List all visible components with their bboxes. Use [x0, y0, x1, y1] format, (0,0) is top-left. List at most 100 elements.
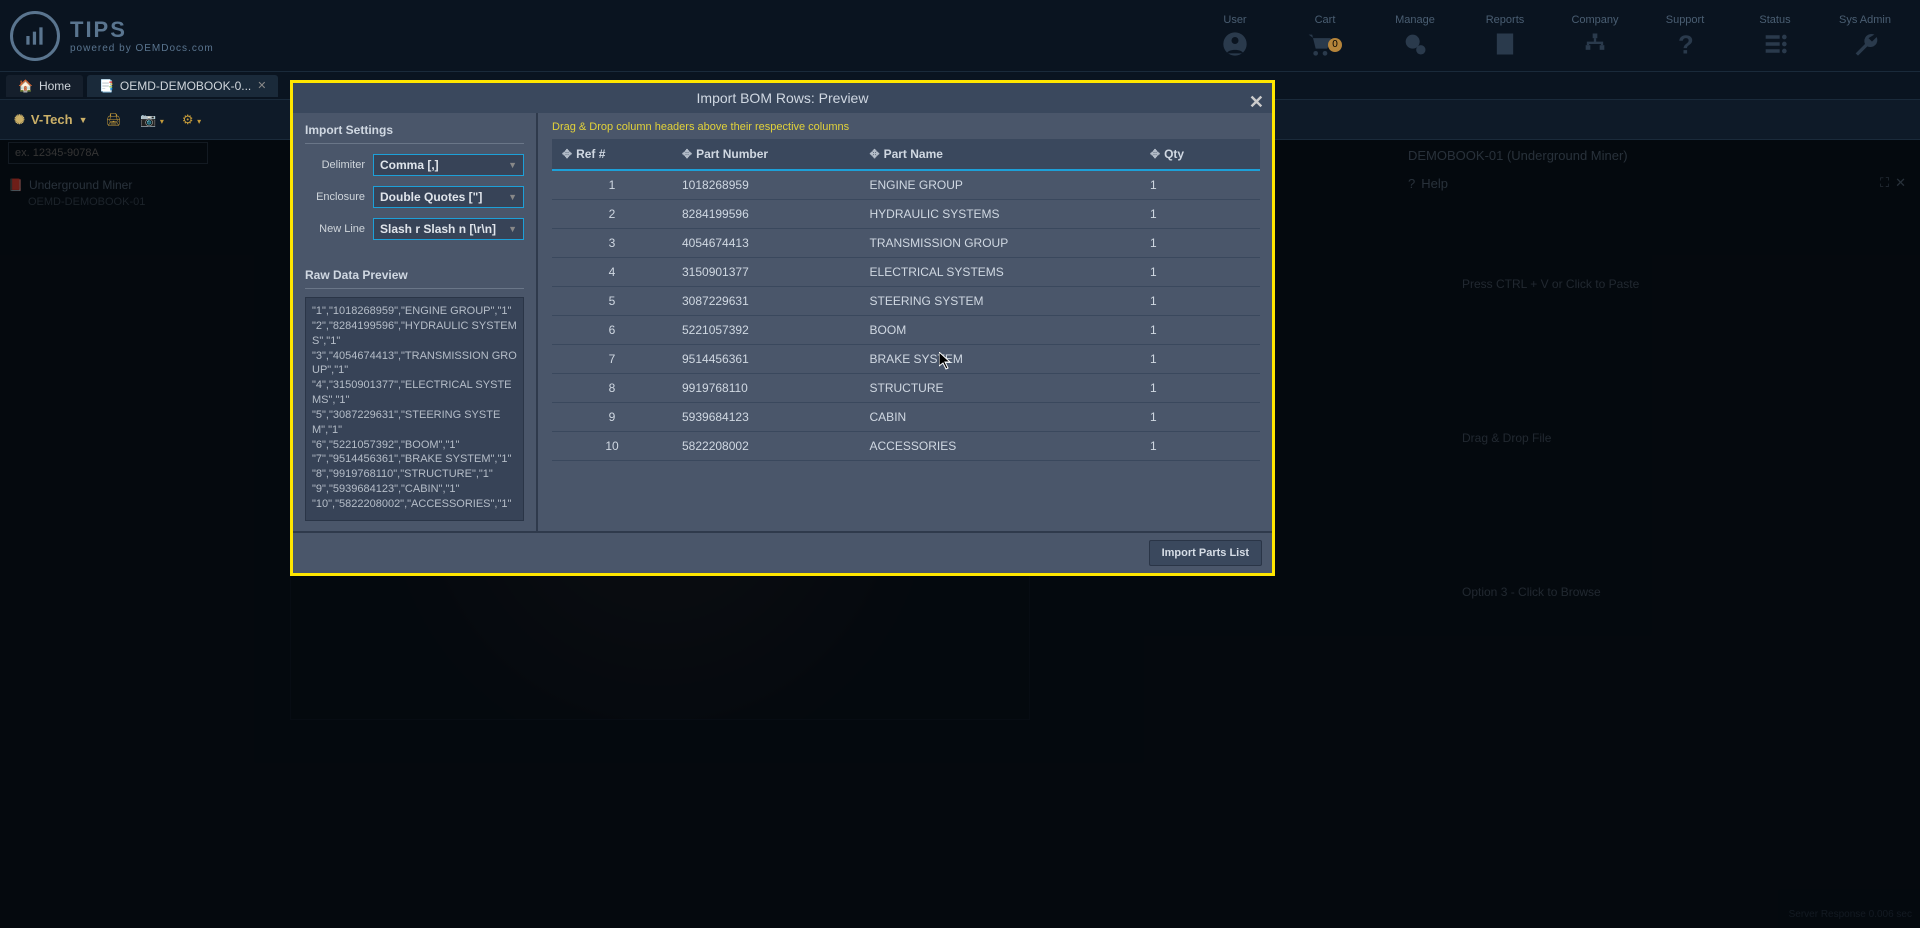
- camera-icon[interactable]: 📷 ▾: [140, 112, 164, 128]
- table-row[interactable]: 28284199596HYDRAULIC SYSTEMS1: [552, 200, 1260, 229]
- modal-title: Import BOM Rows: Preview: [697, 90, 869, 106]
- cell-ref: 10: [552, 432, 672, 461]
- modal-close-button[interactable]: ✕: [1249, 87, 1264, 117]
- company-selector[interactable]: ✺ V-Tech ▼: [14, 112, 88, 128]
- settings-heading: Import Settings: [305, 123, 524, 144]
- table-row[interactable]: 105822208002ACCESSORIES1: [552, 432, 1260, 461]
- cell-part: 9919768110: [672, 374, 860, 403]
- preview-pane: Drag & Drop column headers above their r…: [538, 113, 1272, 531]
- cell-name: CABIN: [860, 403, 1140, 432]
- status-icon: [1761, 30, 1789, 58]
- cell-qty: 1: [1140, 170, 1260, 200]
- import-settings-pane: Import Settings Delimiter Comma [,] ▼ En…: [293, 113, 538, 531]
- settings-icon[interactable]: ⚙ ▾: [182, 112, 201, 128]
- preview-table: ✥Ref # ✥Part Number ✥Part Name ✥Qty 1101…: [552, 139, 1260, 461]
- cell-name: BRAKE SYSTEM: [860, 345, 1140, 374]
- cell-name: ACCESSORIES: [860, 432, 1140, 461]
- table-row[interactable]: 53087229631STEERING SYSTEM1: [552, 287, 1260, 316]
- chevron-down-icon: ▼: [508, 192, 517, 202]
- delimiter-label: Delimiter: [305, 159, 365, 171]
- table-row[interactable]: 34054674413TRANSMISSION GROUP1: [552, 229, 1260, 258]
- table-row[interactable]: 95939684123CABIN1: [552, 403, 1260, 432]
- top-header: TIPS powered by OEMDocs.com User Cart 0 …: [0, 0, 1920, 72]
- cart-badge: 0: [1328, 38, 1342, 52]
- enclosure-select[interactable]: Double Quotes ["] ▼: [373, 186, 524, 208]
- col-name[interactable]: ✥Part Name: [860, 139, 1140, 170]
- gear-icon: [1401, 30, 1429, 58]
- chevron-down-icon: ▼: [508, 224, 517, 234]
- move-icon: ✥: [562, 147, 572, 161]
- nav-user[interactable]: User: [1190, 14, 1280, 58]
- cell-qty: 1: [1140, 316, 1260, 345]
- nav-status[interactable]: Status: [1730, 14, 1820, 58]
- cell-qty: 1: [1140, 287, 1260, 316]
- cell-name: ENGINE GROUP: [860, 170, 1140, 200]
- tab-demobook[interactable]: 📑 OEMD-DEMOBOOK-0... ✕: [87, 75, 279, 97]
- cell-ref: 1: [552, 170, 672, 200]
- user-icon: [1221, 30, 1249, 58]
- cell-name: STEERING SYSTEM: [860, 287, 1140, 316]
- cell-qty: 1: [1140, 258, 1260, 287]
- cell-ref: 6: [552, 316, 672, 345]
- preview-hint: Drag & Drop column headers above their r…: [552, 121, 1260, 133]
- logo: TIPS powered by OEMDocs.com: [10, 11, 214, 61]
- enclosure-label: Enclosure: [305, 191, 365, 203]
- cell-name: HYDRAULIC SYSTEMS: [860, 200, 1140, 229]
- cell-qty: 1: [1140, 200, 1260, 229]
- raw-preview-box[interactable]: "1","1018268959","ENGINE GROUP","1" "2",…: [305, 297, 524, 521]
- move-icon: ✥: [682, 147, 692, 161]
- table-row[interactable]: 43150901377ELECTRICAL SYSTEMS1: [552, 258, 1260, 287]
- home-icon: 🏠: [18, 79, 33, 93]
- cell-part: 5822208002: [672, 432, 860, 461]
- cell-name: BOOM: [860, 316, 1140, 345]
- raw-heading: Raw Data Preview: [305, 268, 524, 289]
- cell-part: 9514456361: [672, 345, 860, 374]
- table-row[interactable]: 65221057392BOOM1: [552, 316, 1260, 345]
- delimiter-select[interactable]: Comma [,] ▼: [373, 154, 524, 176]
- reports-icon: [1491, 30, 1519, 58]
- move-icon: ✥: [870, 147, 880, 161]
- cell-ref: 8: [552, 374, 672, 403]
- cell-ref: 5: [552, 287, 672, 316]
- company-icon: [1581, 30, 1609, 58]
- nav-manage[interactable]: Manage: [1370, 14, 1460, 58]
- cell-qty: 1: [1140, 345, 1260, 374]
- nav-sysadmin[interactable]: Sys Admin: [1820, 14, 1910, 58]
- nav-reports[interactable]: Reports: [1460, 14, 1550, 58]
- nav-support[interactable]: Support ?: [1640, 14, 1730, 58]
- table-row[interactable]: 89919768110STRUCTURE1: [552, 374, 1260, 403]
- top-nav: User Cart 0 Manage Reports Company Suppo…: [1190, 14, 1910, 58]
- logo-icon: [10, 11, 60, 61]
- col-qty[interactable]: ✥Qty: [1140, 139, 1260, 170]
- logo-subtitle: powered by OEMDocs.com: [70, 43, 214, 54]
- cell-qty: 1: [1140, 432, 1260, 461]
- import-modal: Import BOM Rows: Preview ✕ Import Settin…: [290, 80, 1275, 576]
- cell-part: 4054674413: [672, 229, 860, 258]
- import-parts-button[interactable]: Import Parts List: [1149, 540, 1262, 566]
- question-icon: ?: [1671, 30, 1699, 58]
- move-icon: ✥: [1150, 147, 1160, 161]
- col-ref[interactable]: ✥Ref #: [552, 139, 672, 170]
- book-icon: 📑: [99, 79, 114, 93]
- newline-label: New Line: [305, 223, 365, 235]
- cell-ref: 4: [552, 258, 672, 287]
- cell-part: 8284199596: [672, 200, 860, 229]
- table-row[interactable]: 79514456361BRAKE SYSTEM1: [552, 345, 1260, 374]
- chevron-down-icon: ▼: [508, 160, 517, 170]
- print-icon[interactable]: 🖨: [106, 112, 123, 128]
- cell-qty: 1: [1140, 229, 1260, 258]
- cell-ref: 3: [552, 229, 672, 258]
- tab-close-icon[interactable]: ✕: [257, 79, 266, 92]
- nav-company[interactable]: Company: [1550, 14, 1640, 58]
- cell-ref: 9: [552, 403, 672, 432]
- logo-title: TIPS: [70, 17, 214, 43]
- cell-qty: 1: [1140, 403, 1260, 432]
- table-row[interactable]: 11018268959ENGINE GROUP1: [552, 170, 1260, 200]
- newline-select[interactable]: Slash r Slash n [\r\n] ▼: [373, 218, 524, 240]
- cell-part: 1018268959: [672, 170, 860, 200]
- cell-part: 5939684123: [672, 403, 860, 432]
- gear-icon: ✺: [14, 112, 25, 128]
- nav-cart[interactable]: Cart 0: [1280, 14, 1370, 58]
- tab-home[interactable]: 🏠 Home: [6, 75, 83, 97]
- col-part[interactable]: ✥Part Number: [672, 139, 860, 170]
